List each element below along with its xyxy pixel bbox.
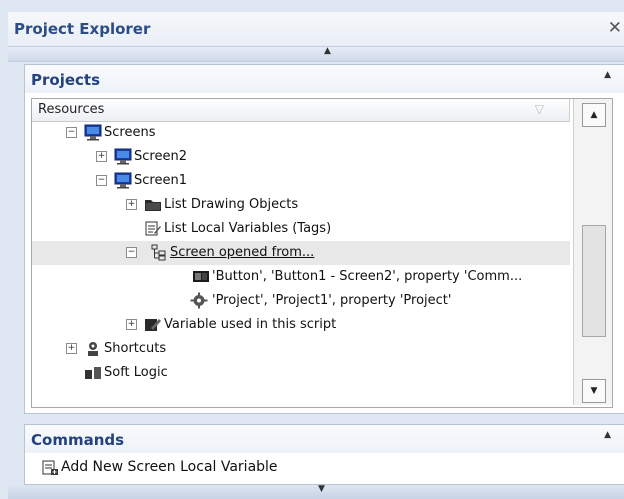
tree-item-screens[interactable]: − Screens xyxy=(32,121,570,145)
tree-item-variable-used[interactable]: + Variable used in this script xyxy=(32,313,570,337)
tree-item-list-local-variables[interactable]: List Local Variables (Tags) xyxy=(32,217,570,241)
scroll-down-strip[interactable]: ▼ xyxy=(8,484,624,499)
column-header-label: Resources xyxy=(38,102,105,117)
project-explorer-pane: Project Explorer ✕ ▲ Projects ▲ Resource… xyxy=(0,0,624,499)
scroll-thumb[interactable] xyxy=(582,225,606,337)
scroll-down-button[interactable]: ▼ xyxy=(582,379,606,403)
tree-item-label: Soft Logic xyxy=(104,365,168,380)
expand-toggle[interactable]: + xyxy=(126,319,137,330)
tree-item-label: 'Button', 'Button1 - Screen2', property … xyxy=(212,269,523,284)
monitor-icon xyxy=(114,148,132,165)
header-divider xyxy=(569,99,570,121)
expand-toggle[interactable]: + xyxy=(66,343,77,354)
tree-item-label: Screen1 xyxy=(134,173,187,188)
close-icon[interactable]: ✕ xyxy=(608,18,622,38)
collapse-toggle[interactable]: − xyxy=(96,175,107,186)
tree-column-header[interactable]: Resources ▽ xyxy=(32,99,570,122)
shortcuts-icon xyxy=(88,342,98,356)
scroll-up-button[interactable]: ▲ xyxy=(582,103,606,127)
tree-item-label: Variable used in this script xyxy=(164,317,337,332)
collapse-toggle[interactable]: − xyxy=(126,247,137,258)
filter-icon[interactable]: ▽ xyxy=(535,102,544,116)
monitor-icon xyxy=(114,172,132,189)
chevron-down-icon: ▼ xyxy=(318,484,325,494)
tree-item-button-reference[interactable]: 'Button', 'Button1 - Screen2', property … xyxy=(32,265,570,289)
title-bar: Project Explorer ✕ xyxy=(8,12,624,46)
tree-item-label: 'Project', 'Project1', property 'Project… xyxy=(212,293,452,308)
panel-title: Project Explorer xyxy=(14,20,151,38)
tree-item-label: List Local Variables (Tags) xyxy=(164,221,332,236)
chevron-up-icon: ▲ xyxy=(324,46,331,56)
tree-rows: − Screens + Screen2 − Screen1 + List Dra… xyxy=(32,121,570,407)
button-icon xyxy=(193,271,209,282)
tree-item-shortcuts[interactable]: + Shortcuts xyxy=(32,337,570,361)
tree-item-list-drawing-objects[interactable]: + List Drawing Objects xyxy=(32,193,570,217)
tree-item-label: List Drawing Objects xyxy=(164,197,299,212)
tree-item-label: Screen2 xyxy=(134,149,187,164)
monitor-icon xyxy=(84,124,102,141)
tree-item-screen-opened-from[interactable]: − Screen opened from... xyxy=(32,241,570,265)
resources-tree: Resources ▽ − Screens + Screen2 − Screen… xyxy=(31,98,613,408)
hierarchy-icon xyxy=(151,244,166,261)
projects-section: Projects ▲ Resources ▽ − Screens + Scree… xyxy=(24,64,624,414)
tree-item-project-reference[interactable]: 'Project', 'Project1', property 'Project… xyxy=(32,289,570,313)
script-icon xyxy=(145,319,161,331)
folder-icon xyxy=(145,200,161,211)
tree-item-label: Shortcuts xyxy=(104,341,167,356)
projects-title: Projects xyxy=(31,71,101,89)
expand-toggle[interactable]: + xyxy=(126,199,137,210)
add-variable-icon xyxy=(42,460,58,475)
collapse-icon[interactable]: ▲ xyxy=(604,70,611,80)
collapse-icon[interactable]: ▲ xyxy=(604,430,611,440)
commands-header[interactable]: Commands ▲ xyxy=(25,425,624,453)
tree-item-label: Screen opened from... xyxy=(170,245,315,260)
projects-header[interactable]: Projects ▲ xyxy=(25,65,624,93)
soft-logic-icon xyxy=(85,367,101,379)
variables-icon xyxy=(145,221,161,236)
expand-toggle[interactable]: + xyxy=(96,151,107,162)
command-add-local-variable[interactable]: Add New Screen Local Variable xyxy=(31,455,619,481)
gear-icon xyxy=(190,292,208,309)
collapse-toggle[interactable]: − xyxy=(66,127,77,138)
commands-title: Commands xyxy=(31,431,125,449)
tree-item-soft-logic[interactable]: Soft Logic xyxy=(32,361,570,385)
tree-item-label: Screens xyxy=(104,125,156,140)
tree-item-screen1[interactable]: − Screen1 xyxy=(32,169,570,193)
command-label: Add New Screen Local Variable xyxy=(61,459,278,475)
tree-item-screen2[interactable]: + Screen2 xyxy=(32,145,570,169)
scroll-up-strip[interactable]: ▲ xyxy=(8,46,624,62)
vertical-scrollbar[interactable]: ▲ ▼ xyxy=(573,99,612,405)
commands-section: Commands ▲ Add New Screen Local Variable xyxy=(24,424,624,485)
